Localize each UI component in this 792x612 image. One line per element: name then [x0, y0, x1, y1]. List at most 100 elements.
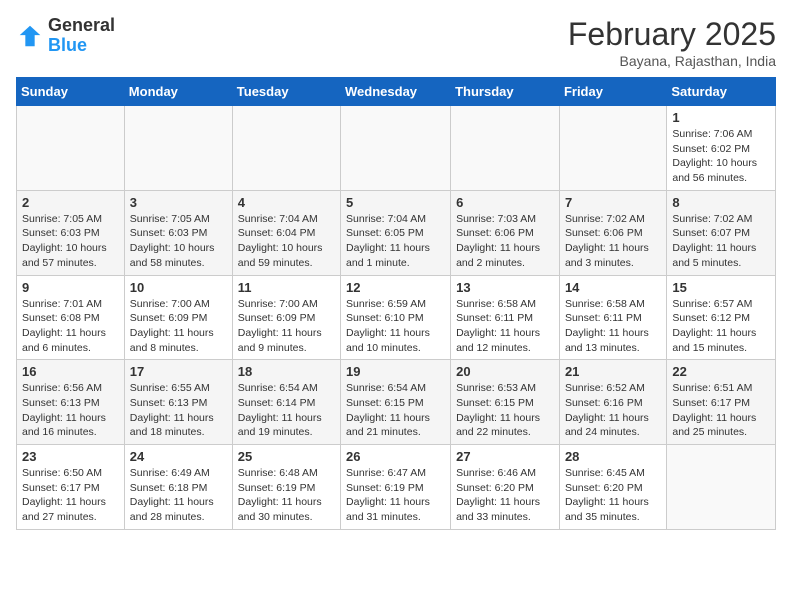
month-title: February 2025 — [568, 16, 776, 53]
day-number: 15 — [672, 280, 770, 295]
day-number: 28 — [565, 449, 661, 464]
calendar-cell: 4 Sunrise: 7:04 AM Sunset: 6:04 PM Daylig… — [232, 190, 340, 275]
day-info: Sunrise: 7:01 AM Sunset: 6:08 PM Dayligh… — [22, 297, 119, 356]
calendar-table: SundayMondayTuesdayWednesdayThursdayFrid… — [16, 77, 776, 530]
day-number: 4 — [238, 195, 335, 210]
day-number: 20 — [456, 364, 554, 379]
day-number: 22 — [672, 364, 770, 379]
logo-blue-text: Blue — [48, 35, 87, 55]
day-info: Sunrise: 7:04 AM Sunset: 6:05 PM Dayligh… — [346, 212, 445, 271]
calendar-cell: 17 Sunrise: 6:55 AM Sunset: 6:13 PM Dayli… — [124, 360, 232, 445]
day-info: Sunrise: 6:48 AM Sunset: 6:19 PM Dayligh… — [238, 466, 335, 525]
day-info: Sunrise: 6:54 AM Sunset: 6:15 PM Dayligh… — [346, 381, 445, 440]
day-info: Sunrise: 6:54 AM Sunset: 6:14 PM Dayligh… — [238, 381, 335, 440]
calendar-cell: 20 Sunrise: 6:53 AM Sunset: 6:15 PM Dayli… — [451, 360, 560, 445]
day-info: Sunrise: 6:49 AM Sunset: 6:18 PM Dayligh… — [130, 466, 227, 525]
calendar-cell: 7 Sunrise: 7:02 AM Sunset: 6:06 PM Daylig… — [559, 190, 666, 275]
day-number: 24 — [130, 449, 227, 464]
logo-general-text: General — [48, 15, 115, 35]
calendar-cell: 23Sunrise: 6:50 AM Sunset: 6:17 PM Dayli… — [17, 445, 125, 530]
calendar-cell — [667, 445, 776, 530]
day-number: 9 — [22, 280, 119, 295]
day-number: 17 — [130, 364, 227, 379]
page-header: General Blue February 2025 Bayana, Rajas… — [16, 16, 776, 69]
logo-icon — [16, 22, 44, 50]
calendar-cell: 19 Sunrise: 6:54 AM Sunset: 6:15 PM Dayli… — [341, 360, 451, 445]
day-number: 25 — [238, 449, 335, 464]
day-info: Sunrise: 6:55 AM Sunset: 6:13 PM Dayligh… — [130, 381, 227, 440]
day-number: 8 — [672, 195, 770, 210]
calendar-cell: 27 Sunrise: 6:46 AM Sunset: 6:20 PM Dayli… — [451, 445, 560, 530]
day-number: 19 — [346, 364, 445, 379]
calendar-cell: 3 Sunrise: 7:05 AM Sunset: 6:03 PM Daylig… — [124, 190, 232, 275]
day-info: Sunrise: 6:57 AM Sunset: 6:12 PM Dayligh… — [672, 297, 770, 356]
day-number: 3 — [130, 195, 227, 210]
day-number: 27 — [456, 449, 554, 464]
weekday-header-friday: Friday — [559, 78, 666, 106]
day-number: 16 — [22, 364, 119, 379]
day-info: Sunrise: 7:06 AM Sunset: 6:02 PM Dayligh… — [672, 127, 770, 186]
day-info: Sunrise: 7:02 AM Sunset: 6:07 PM Dayligh… — [672, 212, 770, 271]
day-info: Sunrise: 6:58 AM Sunset: 6:11 PM Dayligh… — [456, 297, 554, 356]
calendar-cell: 18 Sunrise: 6:54 AM Sunset: 6:14 PM Dayli… — [232, 360, 340, 445]
day-info: Sunrise: 7:00 AM Sunset: 6:09 PM Dayligh… — [130, 297, 227, 356]
calendar-cell — [124, 106, 232, 191]
day-info: Sunrise: 6:45 AM Sunset: 6:20 PM Dayligh… — [565, 466, 661, 525]
day-number: 18 — [238, 364, 335, 379]
day-info: Sunrise: 6:58 AM Sunset: 6:11 PM Dayligh… — [565, 297, 661, 356]
calendar-cell: 21 Sunrise: 6:52 AM Sunset: 6:16 PM Dayli… — [559, 360, 666, 445]
day-info: Sunrise: 7:00 AM Sunset: 6:09 PM Dayligh… — [238, 297, 335, 356]
calendar-cell: 5Sunrise: 7:04 AM Sunset: 6:05 PM Daylig… — [341, 190, 451, 275]
day-info: Sunrise: 6:47 AM Sunset: 6:19 PM Dayligh… — [346, 466, 445, 525]
calendar-cell: 28 Sunrise: 6:45 AM Sunset: 6:20 PM Dayli… — [559, 445, 666, 530]
calendar-cell: 16 Sunrise: 6:56 AM Sunset: 6:13 PM Dayli… — [17, 360, 125, 445]
day-number: 12 — [346, 280, 445, 295]
calendar-cell: 8 Sunrise: 7:02 AM Sunset: 6:07 PM Daylig… — [667, 190, 776, 275]
day-info: Sunrise: 6:52 AM Sunset: 6:16 PM Dayligh… — [565, 381, 661, 440]
day-info: Sunrise: 7:02 AM Sunset: 6:06 PM Dayligh… — [565, 212, 661, 271]
calendar-cell: 14Sunrise: 6:58 AM Sunset: 6:11 PM Dayli… — [559, 275, 666, 360]
day-number: 21 — [565, 364, 661, 379]
week-row-4: 16 Sunrise: 6:56 AM Sunset: 6:13 PM Dayli… — [17, 360, 776, 445]
calendar-cell — [451, 106, 560, 191]
day-info: Sunrise: 7:04 AM Sunset: 6:04 PM Dayligh… — [238, 212, 335, 271]
calendar-cell: 9 Sunrise: 7:01 AM Sunset: 6:08 PM Daylig… — [17, 275, 125, 360]
calendar-cell: 24 Sunrise: 6:49 AM Sunset: 6:18 PM Dayli… — [124, 445, 232, 530]
day-number: 7 — [565, 195, 661, 210]
day-number: 6 — [456, 195, 554, 210]
title-block: February 2025 Bayana, Rajasthan, India — [568, 16, 776, 69]
day-number: 1 — [672, 110, 770, 125]
day-info: Sunrise: 7:05 AM Sunset: 6:03 PM Dayligh… — [22, 212, 119, 271]
weekday-header-monday: Monday — [124, 78, 232, 106]
calendar-cell — [232, 106, 340, 191]
day-info: Sunrise: 7:05 AM Sunset: 6:03 PM Dayligh… — [130, 212, 227, 271]
calendar-cell — [17, 106, 125, 191]
calendar-cell: 12 Sunrise: 6:59 AM Sunset: 6:10 PM Dayli… — [341, 275, 451, 360]
weekday-header-sunday: Sunday — [17, 78, 125, 106]
weekday-header-wednesday: Wednesday — [341, 78, 451, 106]
week-row-3: 9 Sunrise: 7:01 AM Sunset: 6:08 PM Daylig… — [17, 275, 776, 360]
calendar-cell: 1 Sunrise: 7:06 AM Sunset: 6:02 PM Daylig… — [667, 106, 776, 191]
calendar-cell — [559, 106, 666, 191]
day-number: 2 — [22, 195, 119, 210]
calendar-cell: 22 Sunrise: 6:51 AM Sunset: 6:17 PM Dayli… — [667, 360, 776, 445]
day-info: Sunrise: 6:59 AM Sunset: 6:10 PM Dayligh… — [346, 297, 445, 356]
day-info: Sunrise: 6:46 AM Sunset: 6:20 PM Dayligh… — [456, 466, 554, 525]
calendar-cell: 6Sunrise: 7:03 AM Sunset: 6:06 PM Daylig… — [451, 190, 560, 275]
day-info: Sunrise: 6:53 AM Sunset: 6:15 PM Dayligh… — [456, 381, 554, 440]
week-row-5: 23Sunrise: 6:50 AM Sunset: 6:17 PM Dayli… — [17, 445, 776, 530]
weekday-header-tuesday: Tuesday — [232, 78, 340, 106]
calendar-cell: 2 Sunrise: 7:05 AM Sunset: 6:03 PM Daylig… — [17, 190, 125, 275]
calendar-cell: 26Sunrise: 6:47 AM Sunset: 6:19 PM Dayli… — [341, 445, 451, 530]
weekday-header-row: SundayMondayTuesdayWednesdayThursdayFrid… — [17, 78, 776, 106]
location-subtitle: Bayana, Rajasthan, India — [568, 53, 776, 69]
day-info: Sunrise: 6:51 AM Sunset: 6:17 PM Dayligh… — [672, 381, 770, 440]
weekday-header-thursday: Thursday — [451, 78, 560, 106]
calendar-cell: 13Sunrise: 6:58 AM Sunset: 6:11 PM Dayli… — [451, 275, 560, 360]
day-number: 11 — [238, 280, 335, 295]
day-info: Sunrise: 6:56 AM Sunset: 6:13 PM Dayligh… — [22, 381, 119, 440]
weekday-header-saturday: Saturday — [667, 78, 776, 106]
day-number: 23 — [22, 449, 119, 464]
calendar-cell — [341, 106, 451, 191]
logo: General Blue — [16, 16, 115, 56]
